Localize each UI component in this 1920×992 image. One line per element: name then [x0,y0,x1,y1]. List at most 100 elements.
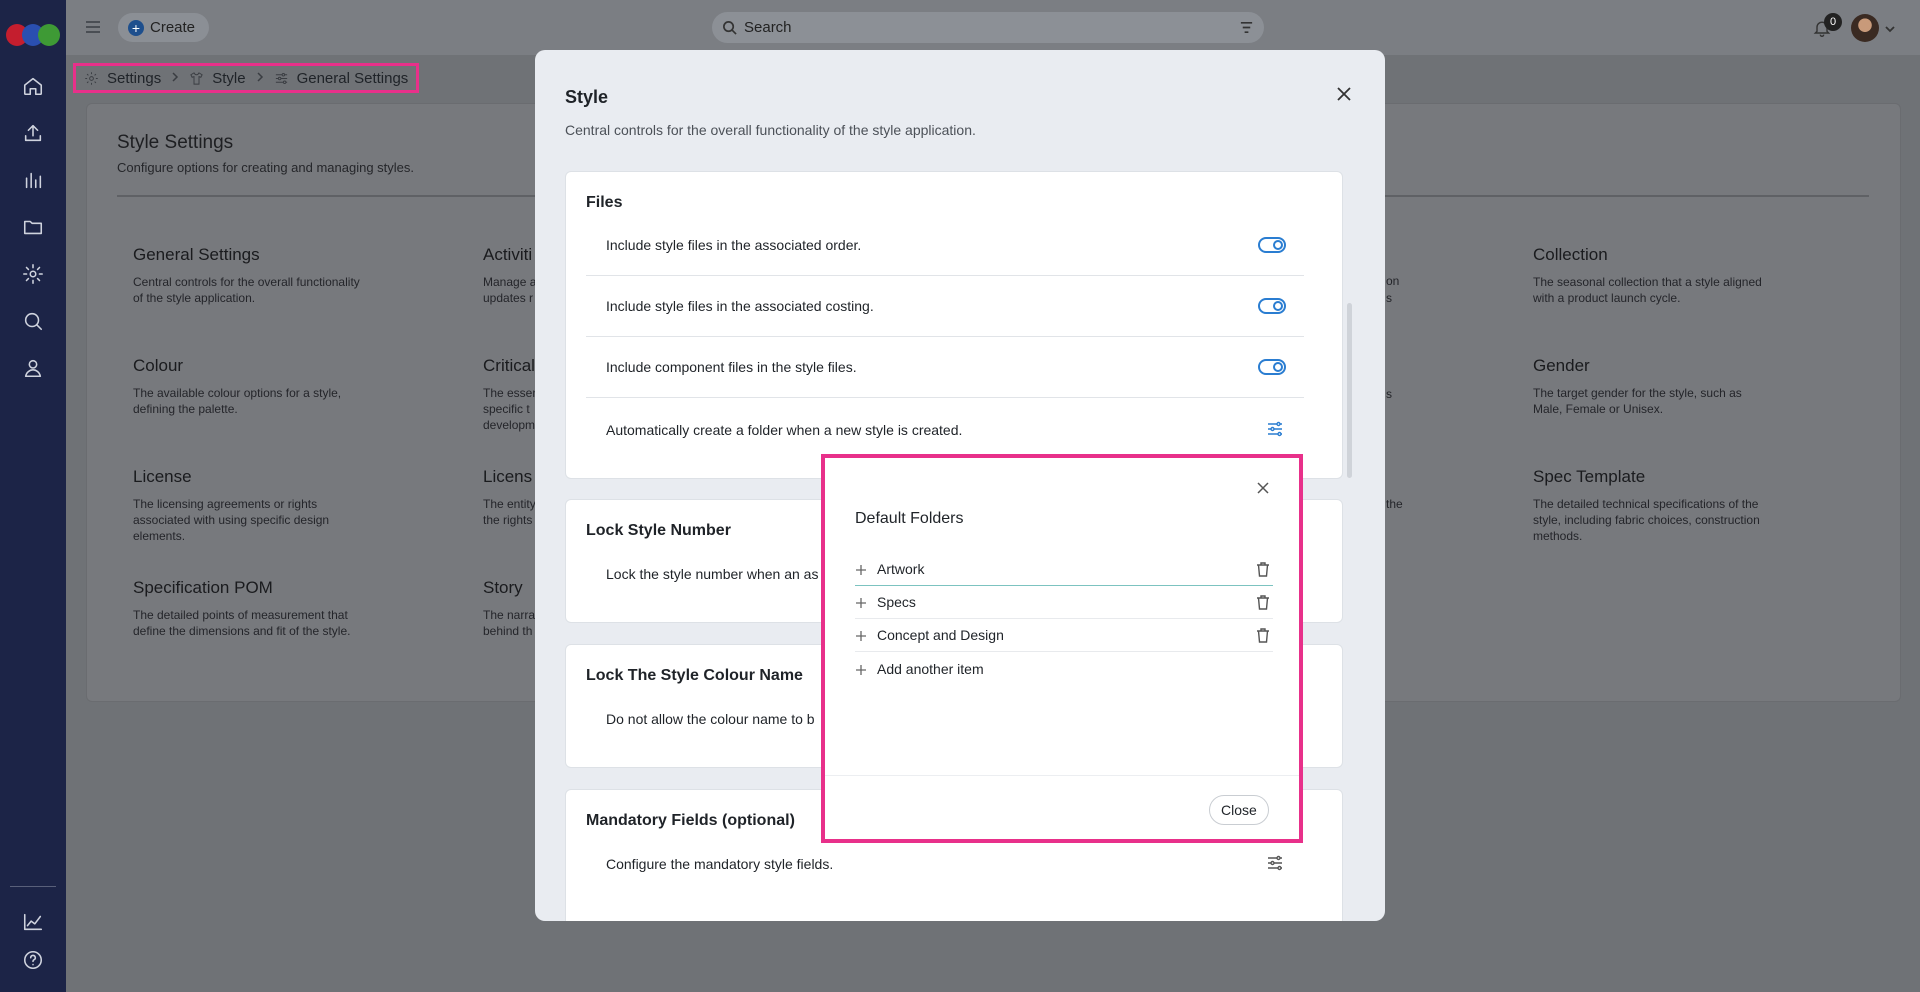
close-icon[interactable] [1335,85,1355,105]
folder-name[interactable]: Specs [877,594,916,610]
setting-desc: Central controls for the overall functio… [133,275,360,305]
app-logo[interactable] [6,24,60,48]
search-icon[interactable] [19,307,47,335]
chevron-down-icon[interactable] [1884,22,1896,34]
analytics-icon[interactable] [19,908,47,936]
setting-title: Colour [133,356,184,375]
top-bar: + Create Search 0 [66,0,1920,55]
gear-icon [85,71,98,85]
trash-icon[interactable] [1255,594,1271,611]
order-files-toggle[interactable] [1258,237,1286,253]
setting-title: Spec Template [1533,467,1646,486]
setting-story[interactable]: Story The narra behind th [483,578,543,639]
setting-license[interactable]: License The licensing agreements or righ… [133,467,363,544]
folder-name[interactable]: Artwork [877,561,924,577]
close-button[interactable]: Close [1209,795,1269,825]
setting-title: Story [483,578,523,597]
folder-item[interactable]: Concept and Design [855,619,1273,652]
folder-item[interactable]: Specs [855,586,1273,619]
setting-desc: Manage a updates r [483,275,537,305]
row-label: Include component files in the style fil… [606,359,857,375]
setting-title: General Settings [133,245,260,264]
setting-activities[interactable]: Activiti Manage a updates r [483,245,543,306]
filter-icon[interactable] [1239,20,1254,35]
lock-number-heading: Lock Style Number [586,522,731,539]
trash-icon[interactable] [1255,561,1271,578]
setting-desc: The available colour options for a style… [133,386,342,416]
row-label: Automatically create a folder when a new… [606,421,963,438]
user-icon[interactable] [19,354,47,382]
partial-text: on [1386,274,1400,288]
folder-icon[interactable] [19,213,47,241]
dialog-title: Default Folders [855,510,964,527]
files-row-order: Include style files in the associated or… [586,215,1304,276]
folder-name[interactable]: Concept and Design [877,627,1004,643]
setting-specification-pom[interactable]: Specification POM The detailed points of… [133,578,363,639]
setting-critical[interactable]: Critical The essen specific t developm [483,356,543,433]
setting-title: Collection [1533,245,1608,264]
component-files-toggle[interactable] [1258,359,1286,375]
row-label: Do not allow the colour name to b [606,710,815,727]
close-icon[interactable] [1256,481,1270,495]
setting-title: Gender [1533,356,1590,375]
setting-collection[interactable]: Collection The seasonal collection that … [1533,245,1763,306]
drag-plus-icon[interactable] [855,563,867,575]
costing-files-toggle[interactable] [1258,298,1286,314]
partial-text: s [1386,387,1392,401]
scrollbar[interactable] [1347,303,1352,478]
setting-desc: The entity the rights [483,497,536,527]
files-heading: Files [586,194,623,211]
gear-icon[interactable] [19,260,47,288]
sliders-icon[interactable] [1266,420,1284,438]
avatar[interactable] [1851,14,1879,42]
breadcrumb-style[interactable]: Style [212,70,245,87]
files-row-auto-folder: Automatically create a folder when a new… [586,399,1304,460]
drag-plus-icon[interactable] [855,629,867,641]
plus-icon [855,663,867,675]
setting-licensor[interactable]: Licens The entity the rights [483,467,543,528]
modal-description: Central controls for the overall functio… [565,122,976,138]
upload-icon[interactable] [19,119,47,147]
setting-title: Licens [483,467,533,486]
sliders-icon[interactable] [1266,854,1284,872]
partial-text: s [1386,291,1392,305]
default-folders-dialog: Default Folders Artwork Specs Concept an… [821,454,1303,843]
folder-item[interactable]: Artwork [855,553,1273,586]
home-icon[interactable] [19,72,47,100]
search-input[interactable]: Search [712,12,1264,43]
notification-badge: 0 [1824,13,1842,31]
page-subtitle: Configure options for creating and manag… [117,160,415,175]
setting-spec-template[interactable]: Spec Template The detailed technical spe… [1533,467,1763,544]
create-label: Create [150,19,196,36]
menu-icon[interactable] [84,18,102,36]
partial-text: the [1386,497,1403,511]
breadcrumb-settings[interactable]: Settings [107,70,161,87]
setting-colour[interactable]: Colour The available colour options for … [133,356,363,417]
drag-plus-icon[interactable] [855,596,867,608]
setting-desc: The target gender for the style, such as… [1533,386,1742,416]
setting-desc: The seasonal collection that a style ali… [1533,275,1762,305]
add-item-button[interactable]: Add another item [855,652,1273,685]
breadcrumb: Settings Style General Settings [73,63,420,93]
chart-icon[interactable] [19,166,47,194]
setting-gender[interactable]: Gender The target gender for the style, … [1533,356,1763,417]
setting-desc: The licensing agreements or rights assoc… [133,497,330,543]
setting-desc: The narra behind th [483,608,536,638]
breadcrumb-general-settings: General Settings [296,69,409,87]
help-icon[interactable] [19,946,47,974]
mandatory-heading: Mandatory Fields (optional) [586,812,795,829]
setting-title: Activiti [483,245,533,264]
setting-desc: The detailed technical specifications of… [1533,497,1760,543]
page-title: Style Settings [117,132,234,153]
lock-colour-heading: Lock The Style Colour Name [586,667,803,684]
files-row-component: Include component files in the style fil… [586,337,1304,398]
sidebar-divider [10,886,56,887]
chevron-right-icon [169,70,181,87]
files-row-costing: Include style files in the associated co… [586,276,1304,337]
setting-title: Critical [483,356,535,375]
chevron-right-icon [254,70,266,87]
setting-general-settings[interactable]: General Settings Central controls for th… [133,245,363,306]
trash-icon[interactable] [1255,627,1271,644]
create-button[interactable]: + Create [118,13,210,42]
row-label: Lock the style number when an as [606,565,819,582]
